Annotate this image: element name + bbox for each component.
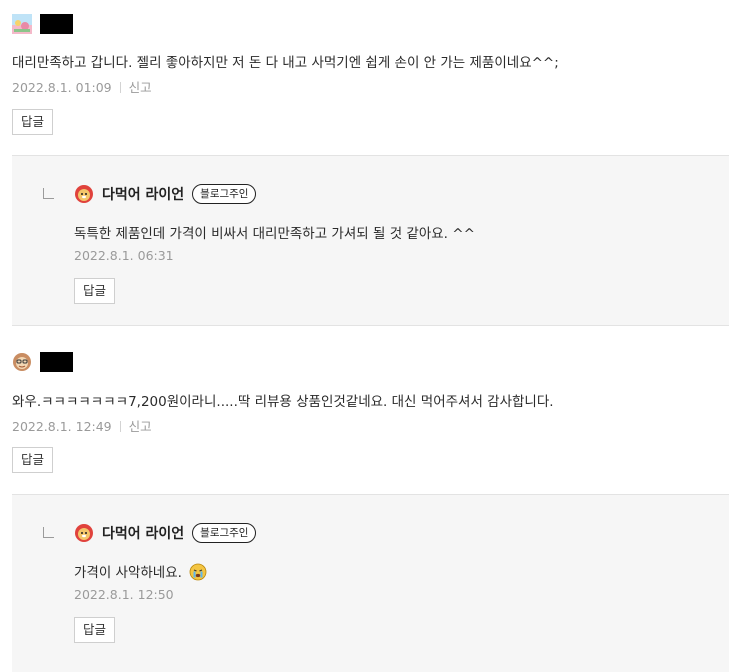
redacted-username <box>40 14 73 34</box>
profile-avatar-icon[interactable] <box>12 352 32 372</box>
profile-avatar-icon[interactable] <box>12 14 32 34</box>
reply-button[interactable]: 답글 <box>12 109 54 135</box>
comment-date: 2022.8.1. 01:09 <box>12 80 112 95</box>
report-link[interactable]: 신고 <box>129 80 152 95</box>
reply-indent-icon <box>43 188 54 199</box>
reply-indent-icon <box>43 527 54 538</box>
reply-text: 독특한 제품인데 가격이 비싸서 대리만족하고 가셔되 될 것 같아요. ^^ <box>74 226 475 242</box>
reply-button[interactable]: 답글 <box>74 617 116 643</box>
comment-date: 2022.8.1. 12:49 <box>12 419 112 434</box>
reply-1-header: 다먹어 라이언 블로그주인 <box>74 184 257 204</box>
comment-2: 와우.ㅋㅋㅋㅋㅋㅋㅋ7,200원이라니.....딱 리뷰용 상품인것같네요. 대… <box>0 326 729 494</box>
reply-2: 다먹어 라이언 블로그주인 가격이 사악하네요. 2022.8.1. 12:50… <box>12 494 729 672</box>
comment-meta: 2022.8.1. 01:09 신고 <box>12 77 152 96</box>
reply-text-line: 가격이 사악하네요. <box>74 561 207 581</box>
reply-1: 다먹어 라이언 블로그주인 독특한 제품인데 가격이 비싸서 대리만족하고 가셔… <box>12 155 729 326</box>
comment-text: 와우.ㅋㅋㅋㅋㅋㅋㅋ7,200원이라니.....딱 리뷰용 상품인것같네요. 대… <box>12 394 554 410</box>
comment-1-header <box>12 14 73 34</box>
reply-date: 2022.8.1. 06:31 <box>74 248 174 263</box>
reply-text: 가격이 사악하네요. <box>74 565 182 581</box>
reply-date: 2022.8.1. 12:50 <box>74 587 174 602</box>
reply-button[interactable]: 답글 <box>74 278 116 304</box>
meta-divider <box>119 421 121 432</box>
reply-author[interactable]: 다먹어 라이언 <box>102 523 184 543</box>
reply-2-header: 다먹어 라이언 블로그주인 <box>74 523 257 543</box>
blog-owner-badge: 블로그주인 <box>192 523 257 543</box>
comment-1: 대리만족하고 갑니다. 젤리 좋아하지만 저 돈 다 내고 사먹기엔 쉽게 손이… <box>0 0 729 155</box>
blog-owner-badge: 블로그주인 <box>192 184 257 204</box>
ryan-avatar-icon[interactable] <box>74 184 94 204</box>
comment-2-header <box>12 352 73 372</box>
reply-button[interactable]: 답글 <box>12 447 54 473</box>
comment-meta: 2022.8.1. 12:49 신고 <box>12 416 152 435</box>
reply-author[interactable]: 다먹어 라이언 <box>102 184 184 204</box>
comment-text: 대리만족하고 갑니다. 젤리 좋아하지만 저 돈 다 내고 사먹기엔 쉽게 손이… <box>12 55 559 71</box>
report-link[interactable]: 신고 <box>129 419 152 434</box>
ryan-avatar-icon[interactable] <box>74 523 94 543</box>
redacted-username <box>40 352 73 372</box>
crying-emoji-icon <box>189 563 207 581</box>
meta-divider <box>119 82 121 93</box>
